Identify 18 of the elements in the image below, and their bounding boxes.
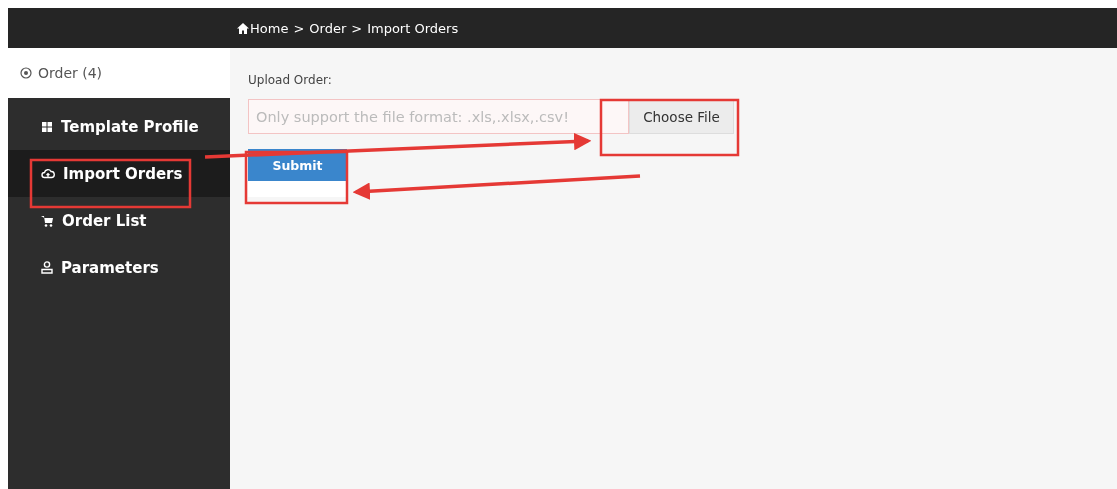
upload-label: Upload Order:	[248, 73, 333, 87]
choose-file-button[interactable]: Choose File	[629, 99, 734, 134]
sidebar-item[interactable]: Parameters	[8, 244, 230, 291]
file-path-field[interactable]: Only support the file format: .xls,.xlsx,.csv!	[248, 99, 629, 134]
breadcrumb-link[interactable]: Home	[250, 20, 289, 36]
breadcrumb-separator: >	[293, 20, 305, 36]
cart-icon	[41, 214, 54, 227]
person-icon	[41, 261, 53, 274]
sidebar-item[interactable]: Import Orders	[8, 150, 230, 197]
grid-icon	[41, 120, 53, 133]
breadcrumb-link[interactable]: Order	[309, 20, 347, 36]
sidebar-item[interactable]: Template Profile	[8, 103, 230, 150]
home-icon	[237, 22, 249, 34]
sidebar-item[interactable]: Order List	[8, 197, 230, 244]
breadcrumb-link[interactable]: Import Orders	[367, 20, 459, 36]
breadcrumb-separator: >	[351, 20, 363, 36]
circle-dot-icon	[20, 67, 32, 79]
cloud-icon	[41, 168, 55, 179]
